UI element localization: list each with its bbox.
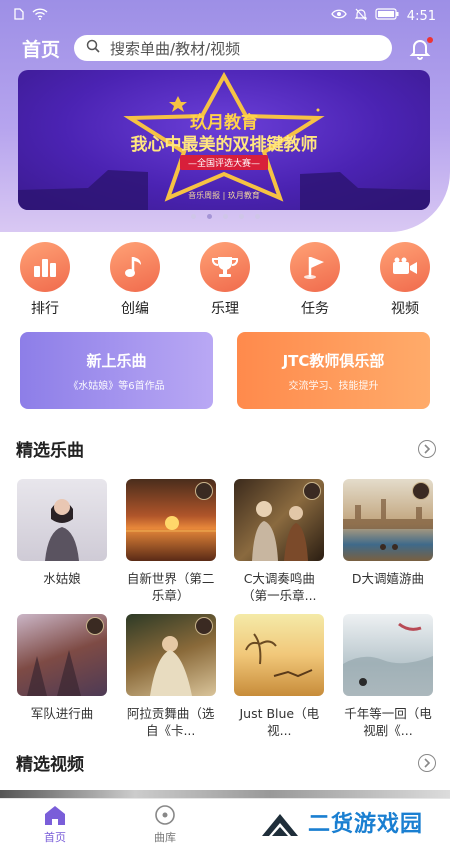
promo-banner[interactable]: 玖月教育 我心中最美的双排键教师 —全国评选大赛— 音乐周报 | 玖月教育 xyxy=(18,70,430,210)
song-cover xyxy=(342,479,433,561)
composer-avatar xyxy=(86,617,104,635)
song-card[interactable]: 军队进行曲 xyxy=(17,614,107,739)
banner-dot[interactable] xyxy=(190,214,196,219)
song-title: 军队进行曲 xyxy=(30,706,94,721)
song-title: C大调奏鸣曲（第一乐章... xyxy=(242,571,317,603)
teacher-club-card[interactable]: JTC教师俱乐部 交流学习、技能提升 xyxy=(237,332,430,409)
song-title: D大调嬉游曲 xyxy=(351,571,425,586)
tab-label: 首页 xyxy=(44,831,66,844)
search-input[interactable]: 搜索单曲/教材/视频 xyxy=(74,35,392,61)
rank-icon xyxy=(20,242,70,292)
more-songs-button[interactable] xyxy=(418,439,436,458)
song-title: 阿拉贡舞曲（选自《卡... xyxy=(126,706,215,738)
song-cover xyxy=(125,479,216,561)
banner-title: 我心中最美的双排键教师 xyxy=(130,135,318,155)
status-bar: 4:51 xyxy=(0,0,450,32)
banner-dot[interactable] xyxy=(254,214,260,219)
new-songs-card[interactable]: 新上乐曲 《水姑娘》等6首作品 xyxy=(20,332,213,409)
category-theory[interactable]: 乐理 xyxy=(197,242,253,318)
song-card[interactable]: 阿拉贡舞曲（选自《卡... xyxy=(125,614,216,739)
banner-subtitle: —全国评选大赛— xyxy=(179,155,269,170)
song-cover xyxy=(234,479,325,561)
category-label: 排行 xyxy=(31,301,59,317)
sim-icon xyxy=(14,8,24,24)
song-title: 水姑娘 xyxy=(43,571,81,586)
song-cover xyxy=(17,479,107,561)
category-video[interactable]: 视频 xyxy=(377,242,433,318)
tab-label: 曲库 xyxy=(154,831,176,844)
site-watermark: 二货游戏园 xyxy=(258,806,423,838)
banner-footer: 音乐周报 | 玖月教育 xyxy=(188,191,260,200)
song-card[interactable]: 自新世界（第二乐章） xyxy=(125,479,216,604)
song-title: 千年等一回（电视剧《... xyxy=(344,706,432,738)
category-label: 乐理 xyxy=(211,301,239,317)
page-title: 首页 xyxy=(22,38,61,61)
category-label: 视频 xyxy=(391,301,419,317)
promo-cards: 新上乐曲 《水姑娘》等6首作品 JTC教师俱乐部 交流学习、技能提升 xyxy=(20,332,430,409)
search-icon xyxy=(86,39,100,57)
category-label: 创编 xyxy=(121,301,149,317)
watermark-text: 二货游戏园 xyxy=(308,812,424,837)
search-placeholder: 搜索单曲/教材/视频 xyxy=(110,39,241,58)
bell-icon xyxy=(406,40,434,66)
section-title: 精选视频 xyxy=(16,755,84,775)
featured-videos-header: 精选视频 xyxy=(16,750,436,775)
banner-dot[interactable] xyxy=(238,214,244,219)
featured-songs-header: 精选乐曲 xyxy=(16,436,436,461)
song-title: 自新世界（第二乐章） xyxy=(126,571,215,603)
notification-dot xyxy=(427,37,433,43)
promo-title: 新上乐曲 xyxy=(86,352,147,370)
music-note-icon xyxy=(110,242,160,292)
battery-icon xyxy=(375,8,399,24)
chevron-right-icon xyxy=(424,757,431,768)
watermark-logo-icon xyxy=(262,814,298,836)
song-card[interactable]: Just Blue（电视... xyxy=(234,614,325,739)
promo-title: JTC教师俱乐部 xyxy=(282,352,385,370)
notification-button[interactable] xyxy=(406,34,434,62)
banner-pagination xyxy=(0,214,450,219)
category-label: 任务 xyxy=(301,301,329,317)
disc-icon xyxy=(155,805,175,825)
tab-library[interactable]: 曲库 xyxy=(110,799,220,850)
song-title: Just Blue（电视... xyxy=(239,706,320,738)
category-compose[interactable]: 创编 xyxy=(107,242,163,318)
clock: 4:51 xyxy=(406,8,436,24)
wifi-icon xyxy=(32,8,48,24)
song-cover xyxy=(234,614,325,696)
song-row-1: 水姑娘 自新世界（第二乐章） C大调奏鸣曲（第一乐章... D大调嬉游曲 xyxy=(17,479,433,604)
banner-dot[interactable] xyxy=(222,214,228,219)
more-videos-button[interactable] xyxy=(418,753,436,772)
composer-avatar xyxy=(411,482,430,500)
banner-dot-active[interactable] xyxy=(206,214,212,219)
home-icon xyxy=(45,806,65,825)
song-card[interactable]: D大调嬉游曲 xyxy=(342,479,433,604)
trophy-icon xyxy=(200,242,250,292)
eye-icon xyxy=(331,8,347,24)
promo-subtitle: 《水姑娘》等6首作品 xyxy=(68,381,165,392)
video-icon xyxy=(380,242,430,292)
composer-avatar xyxy=(194,617,213,635)
video-preview-strip[interactable] xyxy=(0,790,450,798)
app-header: 首页 搜索单曲/教材/视频 xyxy=(0,30,450,66)
category-task[interactable]: 任务 xyxy=(287,242,343,318)
flag-icon xyxy=(290,242,340,292)
chevron-right-icon xyxy=(424,443,431,454)
category-rank[interactable]: 排行 xyxy=(17,242,73,318)
song-card[interactable]: 千年等一回（电视剧《... xyxy=(342,614,433,739)
category-row: 排行 创编 乐理 任务 视频 xyxy=(0,242,450,318)
promo-subtitle: 交流学习、技能提升 xyxy=(288,381,379,392)
song-cover xyxy=(17,614,107,696)
mute-bell-icon xyxy=(354,8,368,25)
song-card[interactable]: C大调奏鸣曲（第一乐章... xyxy=(234,479,325,604)
composer-avatar xyxy=(194,482,213,500)
section-title: 精选乐曲 xyxy=(16,441,84,461)
tab-home[interactable]: 首页 xyxy=(0,799,110,850)
song-card[interactable]: 水姑娘 xyxy=(17,479,107,604)
song-cover xyxy=(342,614,433,696)
song-row-2: 军队进行曲 阿拉贡舞曲（选自《卡... Just Blue（电视... 千年等一… xyxy=(17,614,433,739)
song-cover xyxy=(125,614,216,696)
